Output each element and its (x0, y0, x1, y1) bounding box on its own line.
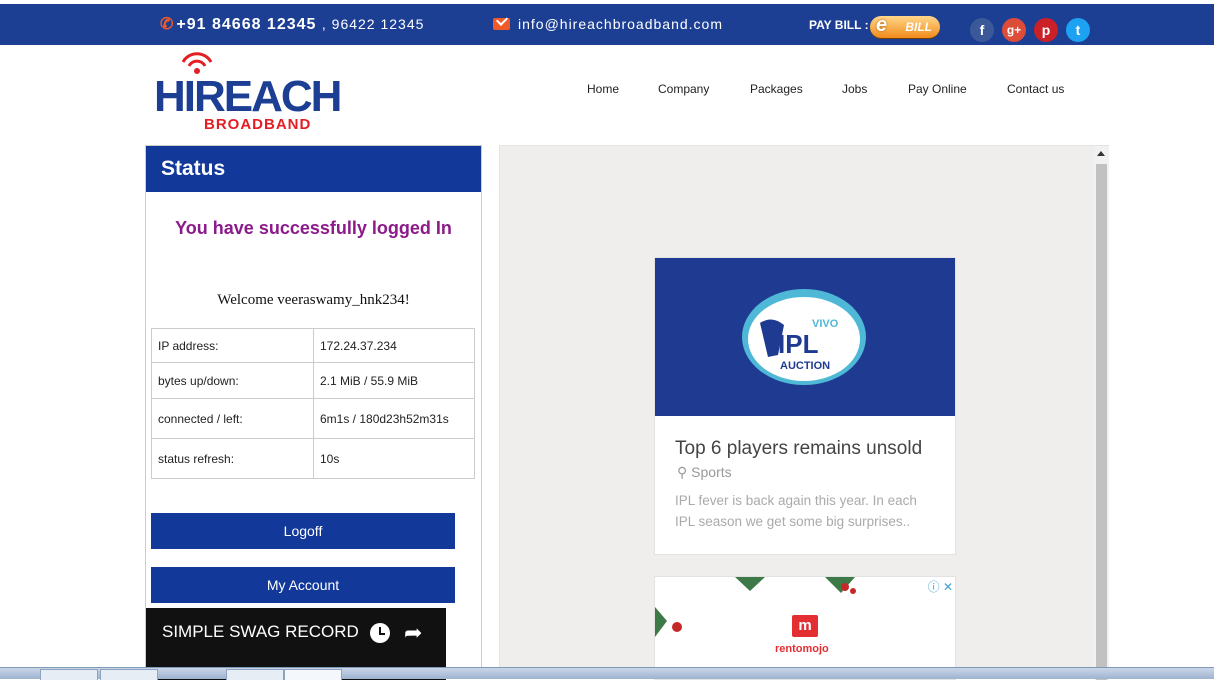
phone-icon: ✆ (160, 16, 175, 33)
connected-value: 6m1s / 180d23h52m31s (313, 398, 475, 439)
pay-bill-label: PAY BILL : (809, 18, 869, 32)
email-link[interactable]: info@hireachbroadband.com (493, 16, 723, 32)
bytes-label: bytes up/down: (151, 362, 314, 399)
taskbar-button[interactable] (226, 669, 284, 680)
ebill-button[interactable]: e BILL (870, 14, 940, 38)
table-row: connected / left: 6m1s / 180d23h52m31s (151, 398, 475, 439)
scrollbar-thumb[interactable] (1096, 164, 1107, 680)
ipl-auction-logo: VIVO IPL AUCTION (742, 289, 866, 385)
table-row: IP address: 172.24.37.234 (151, 328, 475, 363)
phone-secondary: , 96422 12345 (321, 16, 425, 32)
ebill-label: BILL (905, 20, 932, 34)
taskbar-button[interactable] (100, 669, 158, 680)
my-account-button[interactable]: My Account (151, 567, 455, 603)
advertisement[interactable]: ⓘ ✕ m rentomojo (654, 576, 956, 680)
refresh-label: status refresh: (151, 438, 314, 479)
news-description: IPL fever is back again this year. In ea… (675, 493, 917, 529)
video-title: SIMPLE SWAG RECORD (162, 622, 359, 641)
mail-icon (493, 18, 510, 30)
phone-numbers: ✆ +91 84668 12345 , 96422 12345 (160, 14, 424, 34)
news-card-image: VIVO IPL AUCTION (655, 258, 955, 416)
logo-wordmark: HIREACH (154, 72, 342, 121)
scroll-up-icon[interactable] (1097, 151, 1105, 156)
phone-primary: +91 84668 12345 (176, 16, 317, 33)
bytes-value: 2.1 MiB / 55.9 MiB (313, 362, 475, 399)
ip-label: IP address: (151, 328, 314, 363)
nav-home[interactable]: Home (587, 82, 619, 96)
google-plus-icon[interactable]: g+ (1002, 18, 1026, 42)
status-panel: Status You have successfully logged In W… (145, 145, 482, 680)
welcome-message: Welcome veeraswamy_hnk234! (217, 292, 410, 308)
frame-scrollbar[interactable] (1094, 146, 1109, 680)
status-title: Status (146, 146, 481, 192)
taskbar-button-active[interactable] (284, 669, 342, 680)
share-icon[interactable]: ➦ (404, 620, 422, 646)
nav-jobs[interactable]: Jobs (842, 82, 867, 96)
refresh-value: 10s (313, 438, 475, 479)
ip-value: 172.24.37.234 (313, 328, 475, 363)
logo-subtitle: BROADBAND (204, 116, 312, 133)
nav-packages[interactable]: Packages (750, 82, 803, 96)
hireach-logo[interactable]: HIREACH BROADBAND (152, 50, 342, 135)
os-taskbar (0, 667, 1214, 680)
top-contact-bar: ✆ +91 84668 12345 , 96422 12345 info@hire… (0, 0, 1214, 45)
taskbar-button[interactable] (40, 669, 98, 680)
news-title[interactable]: Top 6 players remains unsold (675, 438, 922, 460)
login-success-message: You have successfully logged In (175, 218, 452, 238)
twitter-icon[interactable]: t (1066, 18, 1090, 42)
rentomojo-logo-icon: m (792, 615, 818, 637)
pinterest-icon[interactable]: p (1034, 18, 1058, 42)
ad-choices-icon[interactable]: ⓘ ✕ (928, 578, 953, 595)
watch-later-icon[interactable] (370, 623, 390, 643)
email-text[interactable]: info@hireachbroadband.com (518, 16, 723, 32)
nav-contact-us[interactable]: Contact us (1007, 82, 1064, 96)
ebill-e-icon: e (876, 14, 888, 36)
nav-pay-online[interactable]: Pay Online (908, 82, 967, 96)
table-row: status refresh: 10s (151, 438, 475, 479)
connected-label: connected / left: (151, 398, 314, 439)
news-card[interactable]: VIVO IPL AUCTION Top 6 players remains u… (654, 257, 956, 555)
facebook-icon[interactable]: f (970, 18, 994, 42)
rentomojo-brand: rentomojo (775, 643, 829, 655)
badge-sub-text: AUCTION (780, 360, 830, 372)
news-category: ⚲ Sports (677, 464, 732, 481)
badge-main-text: IPL (778, 329, 819, 359)
session-info-table: IP address: 172.24.37.234 bytes up/down:… (151, 328, 475, 479)
nav-company[interactable]: Company (658, 82, 709, 96)
news-frame: VIVO IPL AUCTION Top 6 players remains u… (499, 145, 1109, 680)
location-pin-icon: ⚲ (677, 464, 688, 480)
category-label: Sports (691, 464, 732, 480)
logoff-button[interactable]: Logoff (151, 513, 455, 549)
table-row: bytes up/down: 2.1 MiB / 55.9 MiB (151, 362, 475, 399)
